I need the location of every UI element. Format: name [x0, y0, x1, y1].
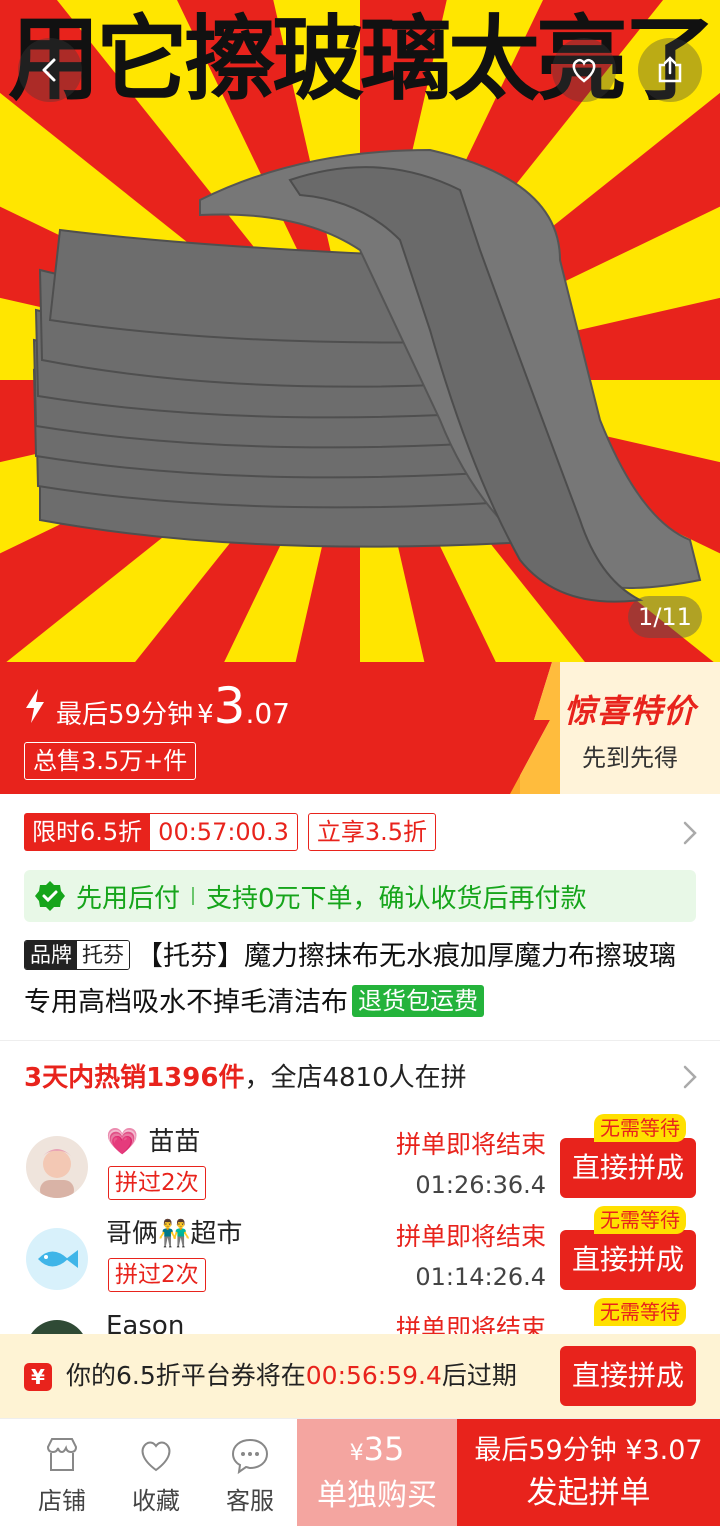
chevron-left-icon [42, 58, 56, 82]
discount-countdown: 00:57:00.3 [150, 813, 298, 851]
expiry-countdown: 00:56:59.4 [305, 1361, 442, 1390]
divider [0, 1040, 720, 1041]
single-price-value: 35 [363, 1430, 405, 1468]
no-wait-badge: 无需等待 [594, 1206, 686, 1234]
price-decimal: .07 [245, 697, 290, 730]
discount-coupon-row[interactable]: 限时6.5折 00:57:00.3 立享3.5折 [24, 812, 437, 852]
buy-single-button[interactable]: ¥35 单独购买 [297, 1419, 457, 1526]
favorite-top-button[interactable] [552, 38, 616, 102]
pay-later-desc: 支持0元下单，确认收货后再付款 [206, 883, 587, 914]
image-counter: 1/11 [628, 596, 702, 638]
heart-icon: 💗 [106, 1127, 139, 1157]
start-group-button[interactable]: 最后59分钟 ¥3.07 发起拼单 [457, 1419, 720, 1526]
expiry-text: 你的6.5折平台券将在00:56:59.4后过期 [66, 1358, 517, 1394]
no-wait-badge: 无需等待 [594, 1114, 686, 1142]
free-return-tag: 退货包运费 [352, 985, 484, 1017]
join-group-button[interactable]: 直接拼成 [560, 1346, 696, 1406]
customer-service-button[interactable]: 客服 [202, 1435, 298, 1516]
store-button[interactable]: 店铺 [14, 1435, 110, 1516]
expiry-prefix: 你的6.5折平台券将在 [66, 1361, 306, 1390]
single-label: 单独购买 [317, 1478, 437, 1513]
chevron-right-icon[interactable] [682, 1064, 698, 1090]
chat-bubble-icon [231, 1438, 269, 1475]
group-status: 拼单即将结束 [395, 1222, 546, 1251]
share-icon [658, 56, 682, 83]
pay-later-badge-icon [35, 881, 65, 911]
hot-sales-label: 3天内热销1396件 [24, 1063, 245, 1093]
member-history-tag: 拼过2次 [108, 1258, 206, 1292]
group-label: 发起拼单 [526, 1475, 651, 1511]
pay-later-label: 先用后付 [76, 883, 181, 914]
join-group-button[interactable]: 直接拼成 [560, 1230, 696, 1290]
store-icon [46, 1438, 78, 1471]
group-status: 拼单即将结束 [395, 1130, 546, 1159]
bottom-action-bar: 店铺 收藏 客服 ¥35 单独购买 最后59分钟 ¥3.07 发起拼单 [0, 1418, 720, 1526]
avatar [26, 1136, 88, 1198]
separator [192, 887, 195, 905]
instant-discount-tag: 立享3.5折 [307, 813, 437, 851]
join-group-button[interactable]: 直接拼成 [560, 1138, 696, 1198]
product-image-carousel[interactable]: 用它擦玻璃太亮了 1/11 [0, 0, 720, 662]
group-countdown: 01:14:26.4 [415, 1263, 546, 1291]
promo-title: 惊喜特价 [563, 692, 696, 730]
brand-label: 品牌 [25, 941, 77, 969]
store-group-count: ，全店4810人在拼 [244, 1063, 467, 1093]
hot-sales-row[interactable]: 3天内热销1396件，全店4810人在拼 [24, 1058, 467, 1098]
favorite-label: 收藏 [132, 1487, 180, 1515]
product-title-block: 品牌 托芬 【托芬】魔力擦抹布无水痕加厚魔力布擦玻璃专用高档吸水不掉毛清洁布 退货… [24, 934, 700, 1026]
flash-label: 最后59分钟 [56, 700, 194, 730]
price-integer: 3 [213, 677, 246, 735]
heart-icon [572, 58, 596, 83]
heart-icon [141, 1441, 171, 1472]
member-history-tag: 拼过2次 [108, 1166, 206, 1200]
promo-subtitle: 先到先得 [582, 744, 678, 772]
member-name-text: 苗苗 [148, 1127, 201, 1157]
store-label: 店铺 [38, 1487, 86, 1515]
group-countdown: 01:26:36.4 [415, 1171, 546, 1199]
total-sold-badge: 总售3.5万+件 [24, 742, 197, 780]
lightning-icon [26, 689, 44, 723]
favorite-button[interactable]: 收藏 [108, 1435, 204, 1516]
currency-symbol: ¥ [197, 700, 214, 730]
member-name: 哥俩👬超市 [106, 1219, 243, 1249]
flash-sale-price: 最后59分钟 ¥ 3 .07 [24, 677, 290, 735]
group-member-row: 哥俩👬超市 拼过2次 拼单即将结束 01:14:26.4 直接拼成 无需等待 [0, 1206, 720, 1308]
share-button[interactable] [638, 38, 702, 102]
single-currency: ¥ [349, 1441, 364, 1466]
group-price: 最后59分钟 ¥3.07 [474, 1435, 703, 1466]
chevron-right-icon[interactable] [682, 820, 698, 846]
service-label: 客服 [226, 1487, 274, 1515]
brand-tag[interactable]: 品牌 托芬 [24, 940, 130, 970]
limited-discount-tag: 限时6.5折 [24, 813, 151, 851]
single-price: ¥35 [297, 1429, 457, 1474]
price-banner: 最后59分钟 ¥ 3 .07 总售3.5万+件 惊喜特价 先到先得 [0, 662, 720, 794]
coupon-expiry-bar: ¥ 你的6.5折平台券将在00:56:59.4后过期 直接拼成 [0, 1334, 720, 1418]
no-wait-badge: 无需等待 [594, 1298, 686, 1326]
lightning-divider [500, 662, 560, 794]
pay-later-banner[interactable]: 先用后付 支持0元下单，确认收货后再付款 [24, 870, 696, 922]
coupon-icon: ¥ [24, 1363, 52, 1391]
expiry-suffix: 后过期 [441, 1361, 517, 1390]
member-name: 💗 苗苗 [106, 1124, 200, 1160]
brand-name: 托芬 [77, 941, 129, 969]
group-member-row: 💗 苗苗 拼过2次 拼单即将结束 01:26:36.4 直接拼成 无需等待 [0, 1114, 720, 1216]
back-button[interactable] [18, 38, 82, 102]
avatar [26, 1228, 88, 1290]
